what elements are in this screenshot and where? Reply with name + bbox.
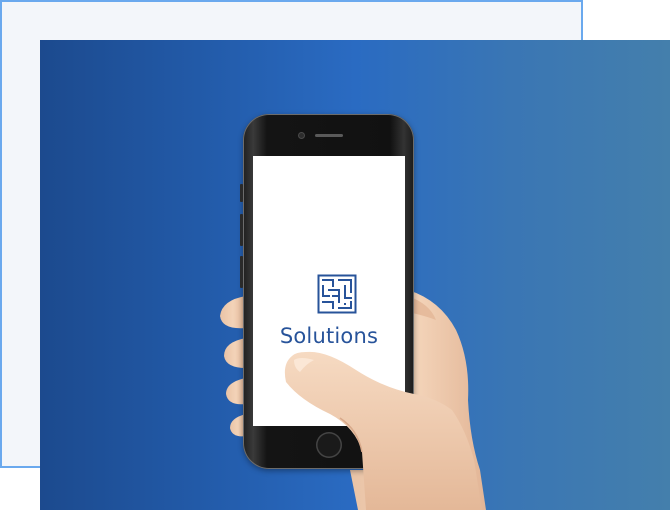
phone-device: Solutions <box>240 114 414 469</box>
phone-mute-switch <box>240 184 243 202</box>
earpiece-speaker <box>315 134 343 137</box>
home-button[interactable] <box>316 432 342 458</box>
app-label[interactable]: Solutions <box>253 324 405 348</box>
front-camera-icon <box>299 133 304 138</box>
phone-volume-up <box>240 214 243 246</box>
maze-icon[interactable] <box>317 274 357 314</box>
phone-screen: Solutions <box>253 156 405 426</box>
phone-volume-down <box>240 256 243 288</box>
